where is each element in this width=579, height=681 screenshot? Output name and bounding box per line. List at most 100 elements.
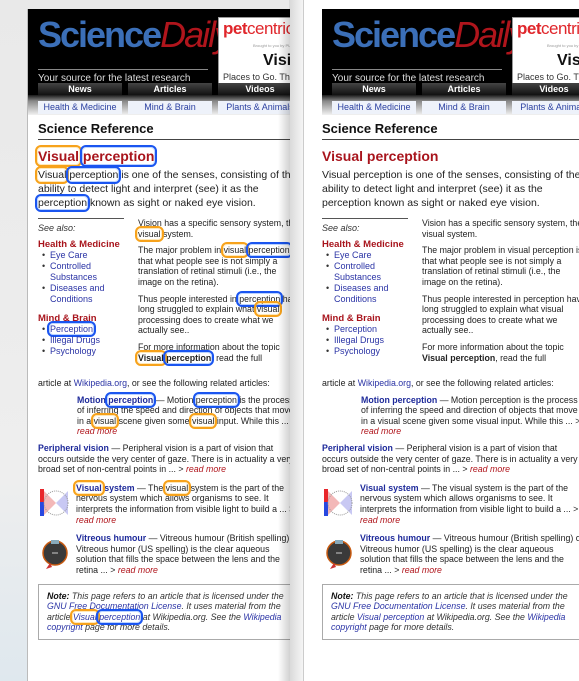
- nav-news[interactable]: News: [38, 83, 122, 95]
- text-fragment: system: [101, 482, 135, 493]
- source-article-link[interactable]: Visual perception: [69, 608, 144, 625]
- subnav-mind-brain[interactable]: Mind & Brain: [128, 101, 212, 114]
- read-more-link[interactable]: read more: [76, 515, 116, 525]
- read-more-link[interactable]: read more: [402, 565, 442, 575]
- see-also-link[interactable]: Perception: [42, 321, 124, 337]
- source-article-link[interactable]: Visual perception: [357, 612, 424, 622]
- ad-headline: Visit p: [557, 52, 579, 69]
- text-fragment: at Wikipedia.org. See the: [140, 611, 244, 622]
- read-more-link[interactable]: read more: [361, 426, 401, 436]
- see-also-link[interactable]: Eye Care: [42, 250, 124, 261]
- see-also-link[interactable]: Illegal Drugs: [326, 335, 408, 346]
- highlight-perception: perception: [163, 349, 215, 366]
- highlight-perception: perception: [66, 166, 122, 184]
- related-title-link[interactable]: Motion perception: [361, 395, 437, 405]
- text-fragment: perception: [392, 394, 438, 405]
- subnav-health-medicine[interactable]: Health & Medicine: [38, 101, 122, 114]
- sub-nav: Health & Medicine Mind & Brain Plants & …: [28, 95, 290, 115]
- category-mind-brain: Mind & Brain: [38, 313, 97, 324]
- text-fragment: Vision has a specific sensory system, th…: [138, 218, 290, 228]
- text-fragment: pet: [517, 19, 542, 38]
- subnav-health-medicine[interactable]: Health & Medicine: [332, 101, 416, 114]
- related-title-link[interactable]: Motion perception: [77, 391, 157, 408]
- nav-videos[interactable]: Videos: [512, 83, 579, 95]
- highlight-visual: visual: [253, 301, 283, 318]
- sciencedaily-logo[interactable]: ScienceDaily: [38, 14, 232, 55]
- ad-sub: Brought to you by PURINA: [547, 43, 579, 48]
- panel-divider: [289, 0, 303, 681]
- read-more-link[interactable]: read more: [118, 565, 158, 575]
- see-also-link[interactable]: Controlled Substances: [326, 261, 408, 283]
- text-fragment: The major problem in: [422, 245, 508, 256]
- highlight-perception: perception: [34, 194, 91, 212]
- main-content: Science Reference Visual perception Visu…: [322, 115, 579, 640]
- see-also-link[interactable]: Diseases and Conditions: [42, 283, 124, 305]
- highlight-visual: visual: [135, 225, 164, 242]
- body-paragraph: Thus people interested in perception hav…: [422, 294, 579, 336]
- see-also-link[interactable]: Perception: [326, 324, 408, 335]
- see-also-link[interactable]: Illegal Drugs: [42, 335, 124, 346]
- see-also-link[interactable]: Psychology: [42, 346, 124, 357]
- text-fragment: visual: [377, 415, 401, 426]
- related-article: Motion perception — Motion perception is…: [77, 391, 290, 437]
- section-title: Science Reference: [38, 115, 290, 140]
- ad-banner[interactable]: petcentric Brought to you by PURINA Visi…: [512, 17, 579, 86]
- text-fragment: perception: [322, 197, 372, 209]
- text-fragment: article at: [322, 378, 358, 388]
- text-fragment: Science: [38, 14, 162, 55]
- ad-tagline: Places to Go. Thi: [517, 72, 579, 82]
- article-title: Visual perception: [35, 145, 290, 167]
- see-also-link[interactable]: Diseases and Conditions: [326, 283, 408, 305]
- nav-videos[interactable]: Videos: [218, 83, 290, 95]
- subnav-plants-animals[interactable]: Plants & Animals: [218, 101, 290, 114]
- body-paragraph: Vision has a specific sensory system, th…: [135, 218, 290, 242]
- highlight-visual: visual: [162, 479, 192, 496]
- read-more-link[interactable]: read more: [470, 464, 510, 474]
- gnu-license-link[interactable]: GNU Free Documentation License: [331, 601, 465, 611]
- sciencedaily-logo[interactable]: ScienceDaily: [332, 14, 526, 55]
- read-more-link[interactable]: read more: [360, 515, 400, 525]
- text-fragment: input. While this ... >: [214, 415, 290, 426]
- text-fragment: Science: [332, 14, 456, 55]
- subnav-plants-animals[interactable]: Plants & Animals: [512, 101, 579, 114]
- text-fragment: visual: [449, 482, 473, 493]
- related-title-link[interactable]: Visual system: [360, 483, 419, 493]
- article-title: Visual perception: [322, 148, 579, 164]
- text-fragment: processing does to create what we actual…: [138, 314, 274, 336]
- eye-diagram-icon: [42, 540, 68, 570]
- nav-articles[interactable]: Articles: [128, 83, 212, 95]
- see-also-link[interactable]: Psychology: [326, 346, 408, 357]
- main-content: Science Reference Visual perception Visu…: [34, 115, 290, 640]
- text-fragment: processing does to create what we actual…: [422, 314, 558, 336]
- see-also-link[interactable]: Controlled Substances: [42, 261, 124, 283]
- text-fragment: Note:: [331, 590, 354, 601]
- gnu-license-link[interactable]: GNU Free Documentation License: [47, 601, 181, 611]
- highlighted-page-panel: ScienceDaily Your source for the latest …: [27, 9, 290, 681]
- body-paragraph: The major problem in visual perception i…: [422, 245, 579, 287]
- related-title-link[interactable]: Visual system: [73, 479, 135, 496]
- nav-news[interactable]: News: [332, 83, 416, 95]
- license-note: Note: This page refers to an article tha…: [38, 583, 290, 640]
- related-article: Peripheral vision — Peripheral vision is…: [38, 443, 290, 475]
- text-fragment: This page refers to an article that is l…: [353, 590, 568, 601]
- article-intro: Visual perception is one of the senses, …: [34, 166, 290, 212]
- site-header: ScienceDaily Your source for the latest …: [28, 9, 290, 95]
- text-fragment: For more information about the topic: [422, 341, 564, 352]
- subnav-mind-brain[interactable]: Mind & Brain: [422, 101, 506, 114]
- related-title-link[interactable]: Peripheral vision: [38, 443, 109, 453]
- read-more-link[interactable]: read more: [186, 464, 226, 474]
- related-title-link[interactable]: Vitreous humour: [76, 533, 146, 543]
- text-fragment: visual: [507, 245, 531, 256]
- read-more-link[interactable]: read more: [77, 426, 117, 436]
- wikipedia-link[interactable]: Wikipedia.org: [358, 378, 411, 388]
- related-title-link[interactable]: Vitreous humour: [360, 533, 430, 543]
- text-fragment: page for more details.: [366, 622, 455, 633]
- see-also-link[interactable]: Eye Care: [326, 250, 408, 261]
- related-title-link[interactable]: Peripheral vision: [322, 443, 393, 453]
- body-continuation: article at Wikipedia.org, or see the fol…: [38, 378, 290, 389]
- wikipedia-link[interactable]: Wikipedia.org: [74, 378, 127, 388]
- ad-banner[interactable]: petcentric Brought to you by PURINA Visi…: [218, 17, 290, 86]
- nav-articles[interactable]: Articles: [422, 83, 506, 95]
- highlight-visual: Visual: [135, 349, 167, 366]
- ad-brand: petcentric: [517, 19, 579, 39]
